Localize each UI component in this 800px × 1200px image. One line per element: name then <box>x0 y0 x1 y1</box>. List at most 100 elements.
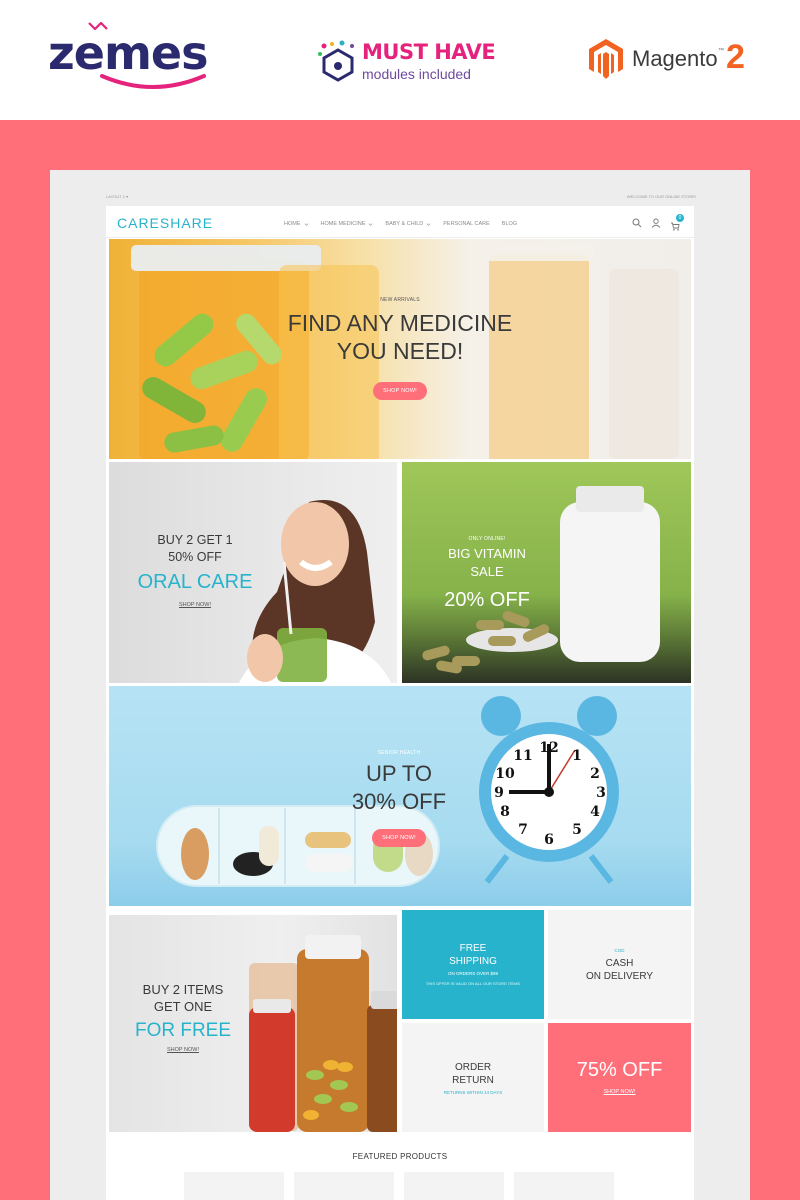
vitamin-highlight: 20% OFF <box>444 589 530 611</box>
search-icon[interactable] <box>632 218 642 228</box>
site-header: CARESHARE HOME HOME MEDICINE BABY & CHIL… <box>106 206 694 238</box>
sale-content: 75% OFF SHOP NOW! <box>548 1057 691 1095</box>
sale-shop-link[interactable]: SHOP NOW! <box>548 1089 691 1095</box>
senior-eyebrow: SENIOR HEALTH <box>377 750 421 756</box>
cart-button[interactable]: 0 <box>670 214 684 236</box>
nav-home[interactable]: HOME <box>284 221 309 227</box>
svg-text:9: 9 <box>494 785 504 801</box>
return-sub: RETURNS WITHIN 14 DAYS <box>443 1090 503 1095</box>
product-card[interactable] <box>294 1172 394 1200</box>
shipping-content: FREE SHIPPING ON ORDERS OVER $99 THIS OF… <box>402 942 544 986</box>
featured-products-heading: FEATURED PRODUCTS <box>352 1152 448 1161</box>
senior-line1: UP TO <box>365 761 433 786</box>
return-line1: ORDER <box>454 1062 492 1073</box>
hero-title-line2: YOU NEED! <box>336 338 464 364</box>
info-order-return: ORDER RETURN RETURNS WITHIN 14 DAYS <box>402 1023 544 1132</box>
buy-two-shop-link[interactable]: SHOP NOW! <box>123 1047 243 1053</box>
cod-line2: ON DELIVERY <box>585 971 654 982</box>
shipping-sub2: THIS OFFER IS VALID ON ALL OUR STORE ITE… <box>425 981 521 986</box>
cart-count-badge: 0 <box>676 214 684 222</box>
sale-title: 75% OFF <box>576 1059 663 1081</box>
svg-text:1: 1 <box>572 748 582 764</box>
product-card[interactable] <box>184 1172 284 1200</box>
svg-text:5: 5 <box>572 822 582 838</box>
zemes-logo[interactable]: zemes <box>48 22 208 92</box>
promo-buy-two[interactable]: BUY 2 ITEMS GET ONE FOR FREE SHOP NOW! <box>109 915 397 1132</box>
hero-shop-now-button[interactable]: SHOP NOW! <box>373 382 427 400</box>
buy-two-line2: GET ONE <box>153 999 213 1014</box>
chevron-down-icon <box>426 222 431 226</box>
cart-icon <box>671 222 680 231</box>
buy-two-line1: BUY 2 ITEMS <box>142 982 224 997</box>
svg-text:4: 4 <box>590 804 600 820</box>
return-content: ORDER RETURN RETURNS WITHIN 14 DAYS <box>402 1061 544 1095</box>
senior-shop-now-button[interactable]: SHOP NOW! <box>372 829 426 847</box>
shipping-sub1: ON ORDERS OVER $99 <box>447 971 498 976</box>
layout-switcher[interactable]: LAYOUT 1 ▾ <box>106 194 128 199</box>
product-card[interactable] <box>514 1172 614 1200</box>
svg-text:11: 11 <box>513 748 532 764</box>
vitamin-eyebrow: ONLY ONLINE! <box>468 536 506 542</box>
chevron-down-icon <box>304 222 308 226</box>
must-have-badge: MUST HAVE modules included <box>316 38 506 88</box>
nav-blog[interactable]: BLOG <box>502 221 517 227</box>
main-nav: HOME HOME MEDICINE BABY & CHILD PERSONAL… <box>284 221 517 227</box>
svg-text:10: 10 <box>495 766 515 782</box>
hero-title-line1: FIND ANY MEDICINE <box>287 310 513 336</box>
info-free-shipping: FREE SHIPPING ON ORDERS OVER $99 THIS OF… <box>402 910 544 1019</box>
cod-content: COD CASH ON DELIVERY <box>548 948 691 983</box>
return-line2: RETURN <box>452 1075 494 1086</box>
shipping-line1: FREE <box>459 943 487 954</box>
top-bar: LAYOUT 1 ▾ WELCOME TO OUR ONLINE STORE! <box>106 194 696 204</box>
promo-75-off[interactable]: 75% OFF SHOP NOW! <box>548 1023 691 1132</box>
svg-text:6: 6 <box>544 832 554 848</box>
welcome-message: WELCOME TO OUR ONLINE STORE! <box>626 194 696 199</box>
oral-care-content: BUY 2 GET 1 50% OFF ORAL CARE SHOP NOW! <box>135 532 255 608</box>
modules-hexagon-icon <box>318 40 354 82</box>
hero-content: NEW ARRIVALS FIND ANY MEDICINE YOU NEED!… <box>109 297 691 400</box>
oral-highlight: ORAL CARE <box>137 571 253 593</box>
logo-smile-icon <box>100 74 206 89</box>
oral-line1: BUY 2 GET 1 <box>157 533 233 547</box>
promo-senior-health[interactable]: 12 1 2 345 678 9 10 11 SENIOR HEALTH UP TO 3… <box>109 686 691 906</box>
magento-version: 2 <box>726 38 745 76</box>
svg-text:3: 3 <box>596 785 606 801</box>
promo-oral-care[interactable]: BUY 2 GET 1 50% OFF ORAL CARE SHOP NOW! <box>109 462 397 683</box>
oral-shop-link[interactable]: SHOP NOW! <box>135 602 255 608</box>
nav-baby-child[interactable]: BABY & CHILD <box>385 221 431 227</box>
hero-eyebrow: NEW ARRIVALS <box>380 297 420 303</box>
vitamin-line1: BIG VITAMIN <box>448 546 526 561</box>
hero-banner: NEW ARRIVALS FIND ANY MEDICINE YOU NEED!… <box>109 239 691 459</box>
nav-personal-care[interactable]: PERSONAL CARE <box>443 221 490 227</box>
vitamin-line2: SALE <box>470 564 504 579</box>
vitamin-content: ONLY ONLINE! BIG VITAMIN SALE 20% OFF <box>432 536 542 615</box>
nav-home-medicine[interactable]: HOME MEDICINE <box>321 221 374 227</box>
magento-logo-icon <box>589 39 623 79</box>
cod-eyebrow: COD <box>614 948 625 953</box>
svg-text:8: 8 <box>500 804 510 820</box>
store-page: CARESHARE HOME HOME MEDICINE BABY & CHIL… <box>106 206 694 1200</box>
magento-badge: Magento ™ 2 <box>588 38 758 82</box>
chevron-down-icon <box>369 222 373 226</box>
product-card[interactable] <box>404 1172 504 1200</box>
oral-line2: 50% OFF <box>168 550 222 564</box>
magento-wordmark: Magento <box>632 46 718 71</box>
badge-title: MUST HAVE <box>362 40 496 64</box>
senior-line2: 30% OFF <box>351 789 447 814</box>
svg-text:2: 2 <box>590 766 600 782</box>
svg-text:7: 7 <box>518 822 528 838</box>
shipping-line2: SHIPPING <box>449 956 497 967</box>
badge-subtitle: modules included <box>362 66 471 82</box>
promo-banner: zemes MUST HAVE modules included Magento… <box>0 0 800 120</box>
promo-vitamin-sale[interactable]: ONLY ONLINE! BIG VITAMIN SALE 20% OFF <box>402 462 691 683</box>
svg-text:12: 12 <box>539 740 558 756</box>
buy-two-highlight: FOR FREE <box>134 1020 232 1041</box>
user-icon[interactable] <box>651 218 661 228</box>
zemes-wordmark: zemes <box>48 26 208 80</box>
store-logo[interactable]: CARESHARE <box>117 215 213 231</box>
template-preview-frame: LAYOUT 1 ▾ WELCOME TO OUR ONLINE STORE! … <box>50 170 750 1200</box>
trademark: ™ <box>718 48 724 54</box>
cod-line1: CASH <box>605 958 634 969</box>
senior-content: SENIOR HEALTH UP TO 30% OFF SHOP NOW! <box>339 750 459 847</box>
info-cash-on-delivery: COD CASH ON DELIVERY <box>548 910 691 1019</box>
